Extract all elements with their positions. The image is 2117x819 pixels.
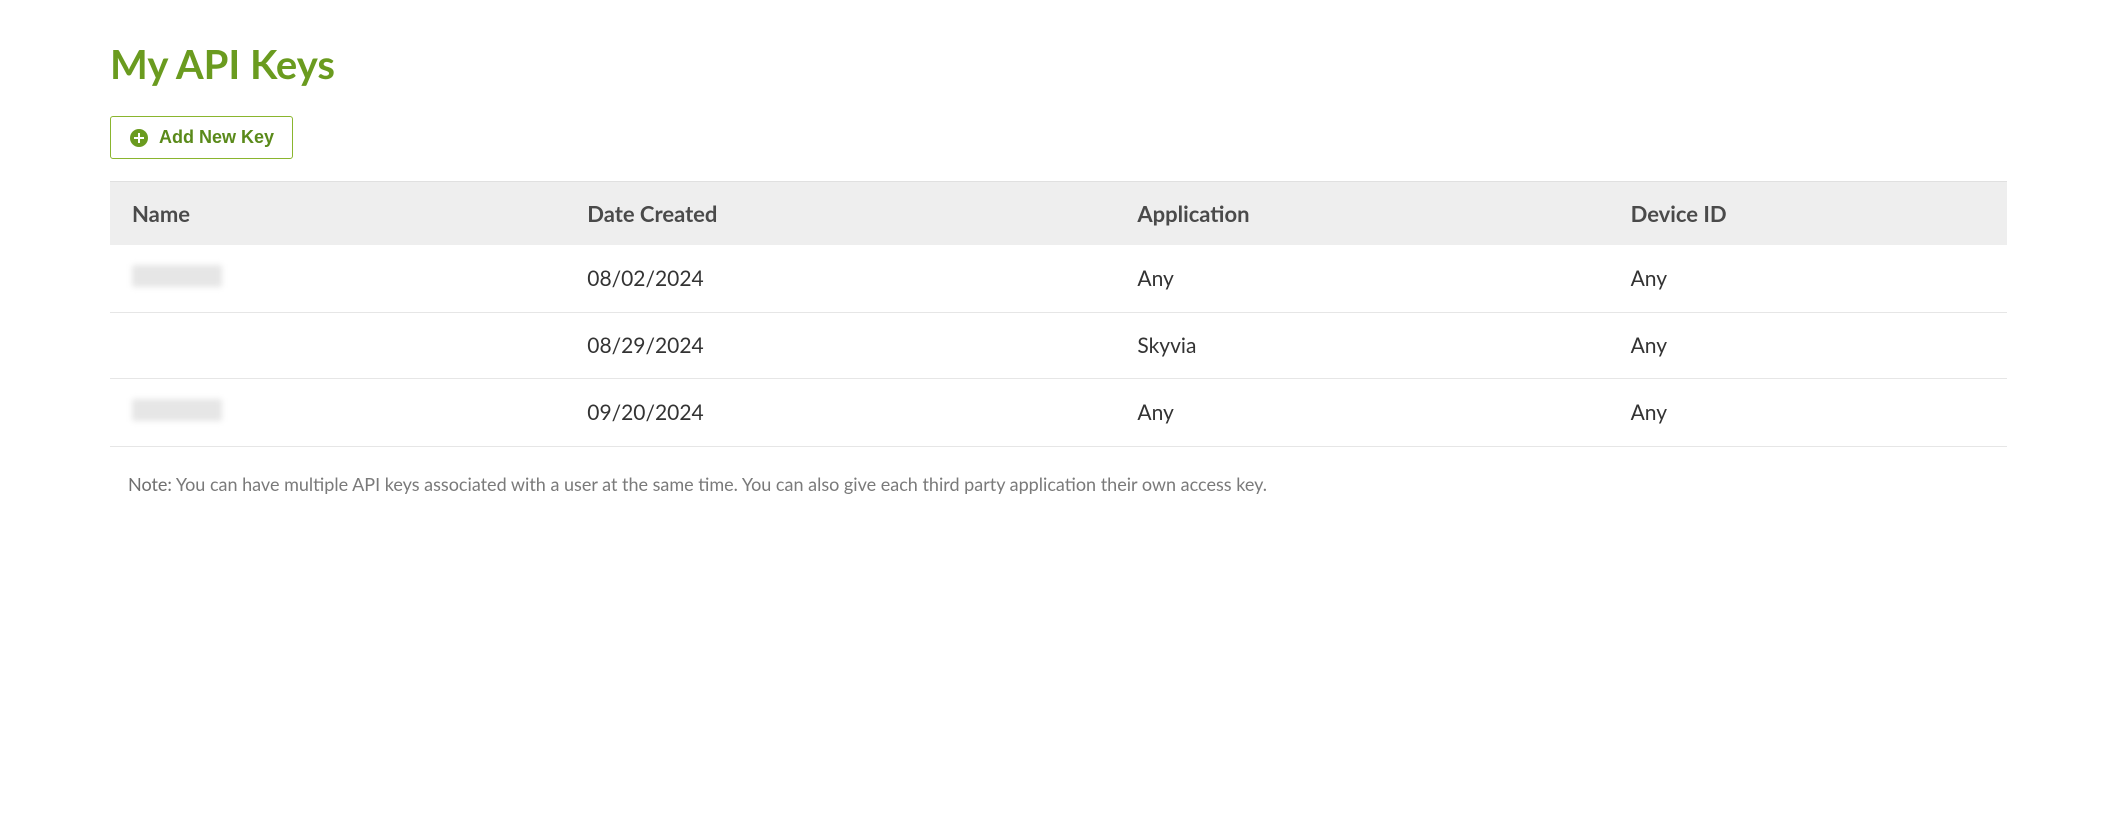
col-header-device-id[interactable]: Device ID <box>1609 182 2007 245</box>
col-header-application[interactable]: Application <box>1115 182 1608 245</box>
redacted-name <box>132 399 222 421</box>
plus-circle-icon <box>129 128 149 148</box>
cell-name <box>110 313 565 379</box>
cell-device-id: Any <box>1609 245 2007 313</box>
footer-note: Note: You can have multiple API keys ass… <box>110 473 2007 495</box>
table-row[interactable]: 08/02/2024AnyAny <box>110 245 2007 313</box>
table-row[interactable]: 09/20/2024AnyAny <box>110 379 2007 447</box>
cell-date-created: 09/20/2024 <box>565 379 1115 447</box>
cell-device-id: Any <box>1609 313 2007 379</box>
cell-application: Any <box>1115 379 1608 447</box>
cell-application: Skyvia <box>1115 313 1608 379</box>
add-new-key-button[interactable]: Add New Key <box>110 116 293 159</box>
api-keys-table-wrapper: Name Date Created Application Device ID … <box>110 181 2007 447</box>
cell-application: Any <box>1115 245 1608 313</box>
table-row[interactable]: 08/29/2024SkyviaAny <box>110 313 2007 379</box>
page-title: My API Keys <box>110 40 2007 88</box>
cell-name <box>110 245 565 313</box>
col-header-date-created[interactable]: Date Created <box>565 182 1115 245</box>
note-text: You can have multiple API keys associate… <box>176 473 1267 495</box>
cell-name <box>110 379 565 447</box>
api-keys-table: Name Date Created Application Device ID … <box>110 182 2007 447</box>
cell-date-created: 08/02/2024 <box>565 245 1115 313</box>
col-header-name[interactable]: Name <box>110 182 565 245</box>
add-new-key-label: Add New Key <box>159 127 274 148</box>
cell-device-id: Any <box>1609 379 2007 447</box>
redacted-name <box>132 265 222 287</box>
cell-date-created: 08/29/2024 <box>565 313 1115 379</box>
note-label: Note: <box>128 473 172 495</box>
